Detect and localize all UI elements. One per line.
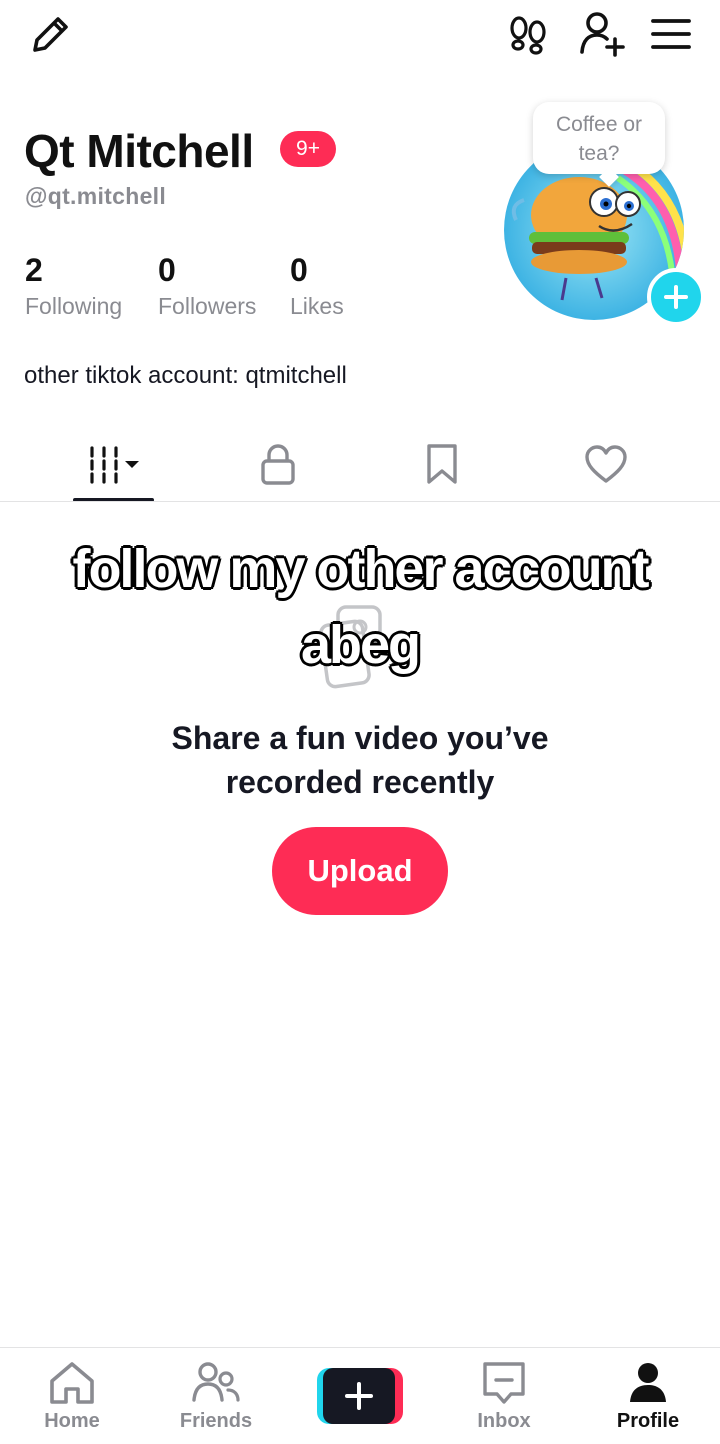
menu-button[interactable]: [646, 12, 696, 56]
tab-liked[interactable]: [566, 436, 646, 492]
plus-icon: [664, 285, 688, 309]
nav-profile-label: Profile: [616, 1410, 680, 1432]
tab-private[interactable]: [238, 436, 318, 492]
followers-label: Followers: [158, 293, 257, 319]
profile-views-button[interactable]: [502, 10, 554, 60]
nav-home-label: Home: [44, 1410, 100, 1432]
tab-saved[interactable]: [402, 436, 482, 492]
empty-state-title: Share a fun video you’ve recorded recent…: [0, 716, 720, 804]
profile-icon: [630, 1363, 666, 1402]
bookmark-icon: [427, 444, 457, 484]
footprints-icon: [510, 16, 546, 55]
videos-grid-icon: [89, 446, 139, 484]
following-count: 2: [25, 252, 43, 288]
friends-icon: [192, 1362, 240, 1402]
nav-friends-label: Friends: [179, 1410, 253, 1432]
inbox-icon: [483, 1362, 525, 1404]
home-icon: [50, 1362, 94, 1404]
bottom-nav-divider: [0, 1347, 720, 1348]
overlay-caption-line2: abeg: [300, 615, 421, 675]
empty-state-title-line1: Share a fun video you’ve: [171, 720, 549, 756]
notification-badge[interactable]: 9+: [280, 131, 336, 167]
likes-count: 0: [290, 252, 308, 288]
profile-username: @qt.mitchell: [25, 183, 167, 209]
overlay-caption-line1: follow my other account: [72, 539, 649, 599]
edit-profile-button[interactable]: [22, 10, 78, 60]
upload-button[interactable]: Upload: [272, 827, 448, 915]
create-button-core: [323, 1368, 395, 1424]
profile-name: Qt Mitchell: [24, 125, 254, 177]
tabs-divider: [0, 501, 720, 502]
add-story-button[interactable]: [647, 268, 705, 326]
create-plus-icon: [345, 1382, 373, 1410]
thought-bubble[interactable]: Coffee or tea?: [533, 102, 665, 174]
add-friend-button[interactable]: [574, 8, 630, 60]
person-add-icon: [580, 12, 625, 57]
tab-videos[interactable]: [73, 436, 154, 492]
empty-state-title-line2: recorded recently: [225, 764, 495, 800]
likes-label: Likes: [290, 293, 344, 319]
nav-inbox-label: Inbox: [477, 1410, 531, 1432]
heart-icon: [585, 445, 627, 483]
pencil-icon: [33, 17, 68, 52]
lock-icon: [261, 444, 295, 485]
hamburger-menu-icon: [651, 19, 691, 49]
followers-count: 0: [158, 252, 176, 288]
profile-bio: other tiktok account: qtmitchell: [24, 362, 347, 389]
following-label: Following: [25, 293, 123, 319]
